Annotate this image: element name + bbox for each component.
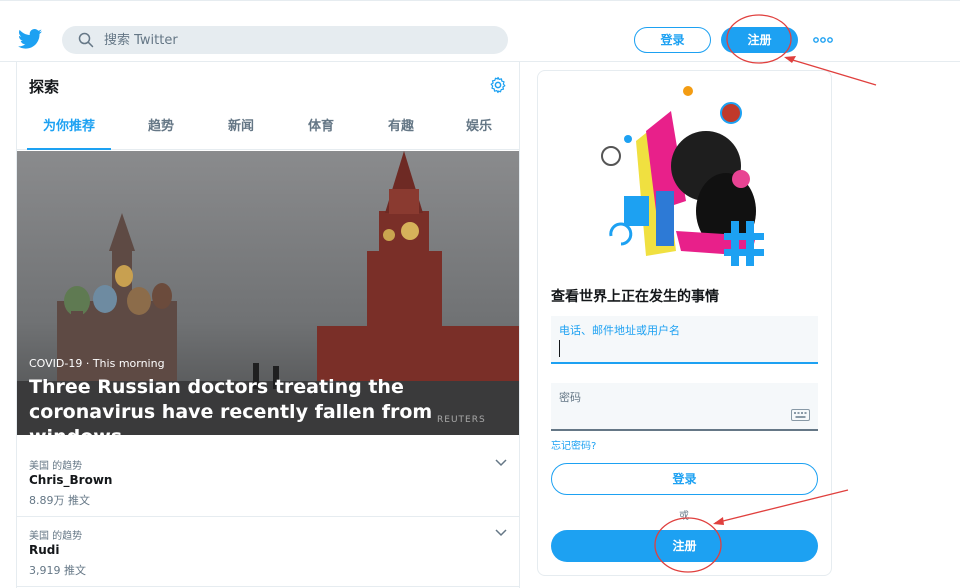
or-divider-text: 或 — [679, 511, 689, 522]
signup-card: 查看世界上正在发生的事情 电话、邮件地址或用户名 密码 忘记密码? 登录 或 注… — [537, 70, 832, 576]
tab-trending[interactable]: 趋势 — [119, 112, 203, 150]
trend-context: 美国 的趋势 — [29, 461, 83, 472]
search-input[interactable] — [104, 26, 494, 54]
page-title: 探索 — [29, 78, 60, 96]
search-icon — [78, 32, 94, 48]
twitter-logo-icon[interactable] — [18, 29, 42, 49]
trend-context: 美国 的趋势 — [29, 531, 83, 542]
chevron-down-icon[interactable] — [495, 459, 507, 467]
trend-count: 3,919 推文 — [29, 564, 86, 577]
tab-news[interactable]: 新闻 — [199, 112, 283, 150]
top-bar: 登录 注册 — [0, 0, 960, 62]
tab-fun[interactable]: 有趣 — [359, 112, 443, 150]
tab-entertainment[interactable]: 娱乐 — [437, 112, 519, 150]
login-button[interactable]: 登录 — [634, 27, 711, 53]
reuters-watermark: REUTERS — [437, 415, 486, 425]
explore-tabs: 为你推荐 趋势 新闻 体育 有趣 娱乐 — [17, 112, 519, 150]
gear-icon[interactable] — [489, 76, 507, 94]
trend-item[interactable]: 美国 的趋势 Chris_Brown 8.89万 推文 — [17, 447, 519, 517]
more-options-icon[interactable] — [813, 37, 833, 43]
collage-illustration — [601, 86, 764, 266]
hero-headline[interactable]: Three Russian doctors treating the coron… — [29, 375, 509, 435]
chevron-down-icon[interactable] — [495, 529, 507, 537]
hero-meta: COVID-19 · This morning — [29, 357, 165, 370]
card-login-button[interactable]: 登录 — [551, 463, 818, 495]
keyboard-icon[interactable] — [791, 409, 810, 421]
phone-email-username-field[interactable]: 电话、邮件地址或用户名 — [551, 316, 818, 364]
password-label: 密码 — [559, 391, 581, 404]
tab-for-you[interactable]: 为你推荐 — [27, 112, 111, 150]
hero-news-card[interactable]: COVID-19 · This morning Three Russian do… — [17, 151, 519, 435]
trend-name: Chris_Brown — [29, 473, 113, 487]
search-box[interactable] — [62, 26, 508, 54]
phone-email-username-label: 电话、邮件地址或用户名 — [559, 324, 680, 337]
signup-button[interactable]: 注册 — [721, 27, 798, 53]
password-field[interactable]: 密码 — [551, 383, 818, 431]
tab-sports[interactable]: 体育 — [279, 112, 363, 150]
text-caret — [559, 340, 560, 357]
forgot-password-link[interactable]: 忘记密码? — [551, 437, 596, 452]
trend-count: 8.89万 推文 — [29, 494, 90, 507]
card-signup-button[interactable]: 注册 — [551, 530, 818, 562]
explore-column: 探索 为你推荐 趋势 新闻 体育 有趣 娱乐 COVID-19 · This m… — [16, 62, 520, 588]
trend-item[interactable]: 美国 的趋势 Rudi 3,919 推文 — [17, 517, 519, 587]
signup-card-title: 查看世界上正在发生的事情 — [551, 289, 719, 305]
trend-name: Rudi — [29, 543, 60, 557]
